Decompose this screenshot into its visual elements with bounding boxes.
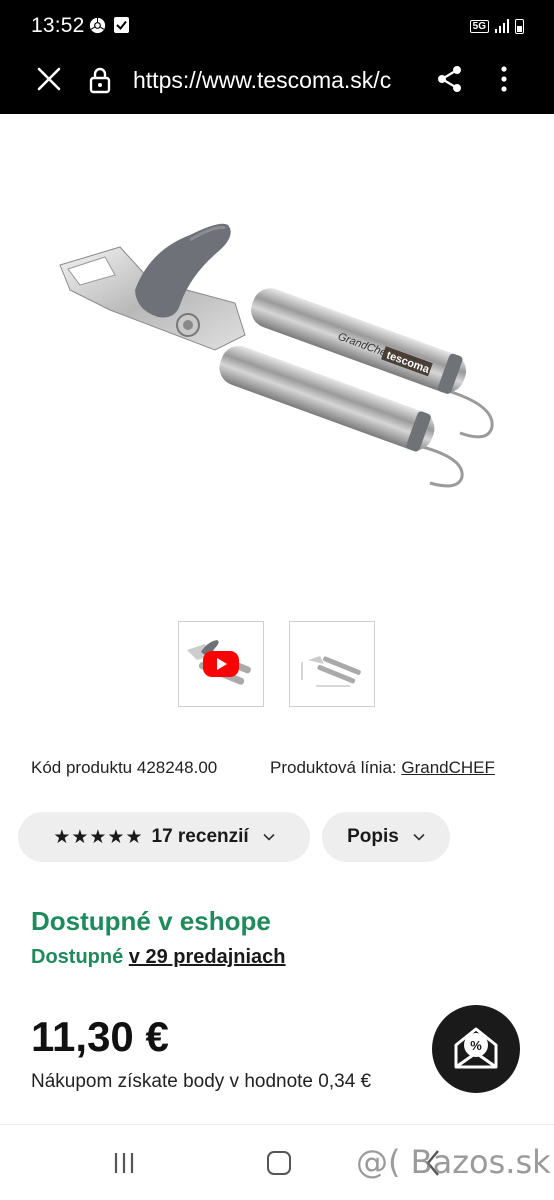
product-line-label: Produktová línia:: [270, 758, 397, 777]
recent-apps-icon[interactable]: [112, 1152, 136, 1174]
store-availability: Dostupné v 29 predajniach: [31, 946, 286, 969]
status-indicators: 5G: [469, 16, 524, 36]
chevron-down-icon: [413, 833, 425, 841]
loyalty-points-text: Nákupom získate body v hodnote 0,34 €: [31, 1071, 372, 1092]
reviews-chip[interactable]: ★★★★★ 17 recenzií: [18, 812, 310, 862]
rating-stars: ★★★★★: [53, 826, 144, 848]
check-notification-icon: [114, 17, 129, 33]
bazos-watermark: @( Bazos.sk: [356, 1143, 551, 1181]
svg-text:%: %: [470, 1038, 482, 1053]
share-icon[interactable]: [435, 64, 465, 94]
product-line-link[interactable]: GrandCHEF: [401, 758, 495, 777]
status-bar: 13:52 5G: [0, 0, 554, 52]
chrome-icon: [89, 17, 106, 34]
description-label: Popis: [347, 826, 399, 847]
product-line: Produktová línia: GrandCHEF: [270, 758, 495, 778]
chevron-down-icon: [263, 833, 275, 841]
dimensions-thumbnail-image: [301, 656, 361, 687]
product-code: Kód produktu 428248.00: [31, 758, 217, 778]
product-image[interactable]: GrandChef tescoma: [40, 195, 510, 505]
play-icon[interactable]: [203, 651, 239, 677]
dimensions-thumbnail[interactable]: [289, 621, 375, 707]
android-nav-bar: @( Bazos.sk: [0, 1124, 554, 1200]
description-chip[interactable]: Popis: [322, 812, 450, 862]
video-thumbnail[interactable]: [178, 621, 264, 707]
battery-icon: [515, 18, 524, 34]
eshop-availability: Dostupné v eshope: [31, 906, 271, 936]
discount-envelope-icon: %: [454, 1027, 498, 1069]
stores-link[interactable]: v 29 predajniach: [129, 946, 286, 968]
product-code-label: Kód produktu: [31, 758, 133, 777]
close-icon[interactable]: [34, 64, 64, 94]
network-type: 5G: [469, 19, 489, 33]
lock-icon[interactable]: [87, 66, 113, 94]
more-vert-icon[interactable]: [492, 64, 516, 94]
product-price: 11,30 €: [31, 1013, 169, 1060]
store-availability-status: Dostupné: [31, 946, 124, 968]
browser-toolbar: https://www.tescoma.sk/c: [0, 52, 554, 114]
reviews-label: 17 recenzií: [151, 826, 249, 847]
signal-icon: [495, 19, 509, 33]
discount-button[interactable]: %: [432, 1005, 520, 1093]
product-code-value: 428248.00: [136, 758, 218, 777]
url-text: https://www.tescoma.sk/c: [133, 67, 392, 93]
home-icon[interactable]: [267, 1151, 291, 1175]
url-field[interactable]: https://www.tescoma.sk/c: [133, 66, 412, 94]
status-time: 13:52: [31, 14, 85, 37]
